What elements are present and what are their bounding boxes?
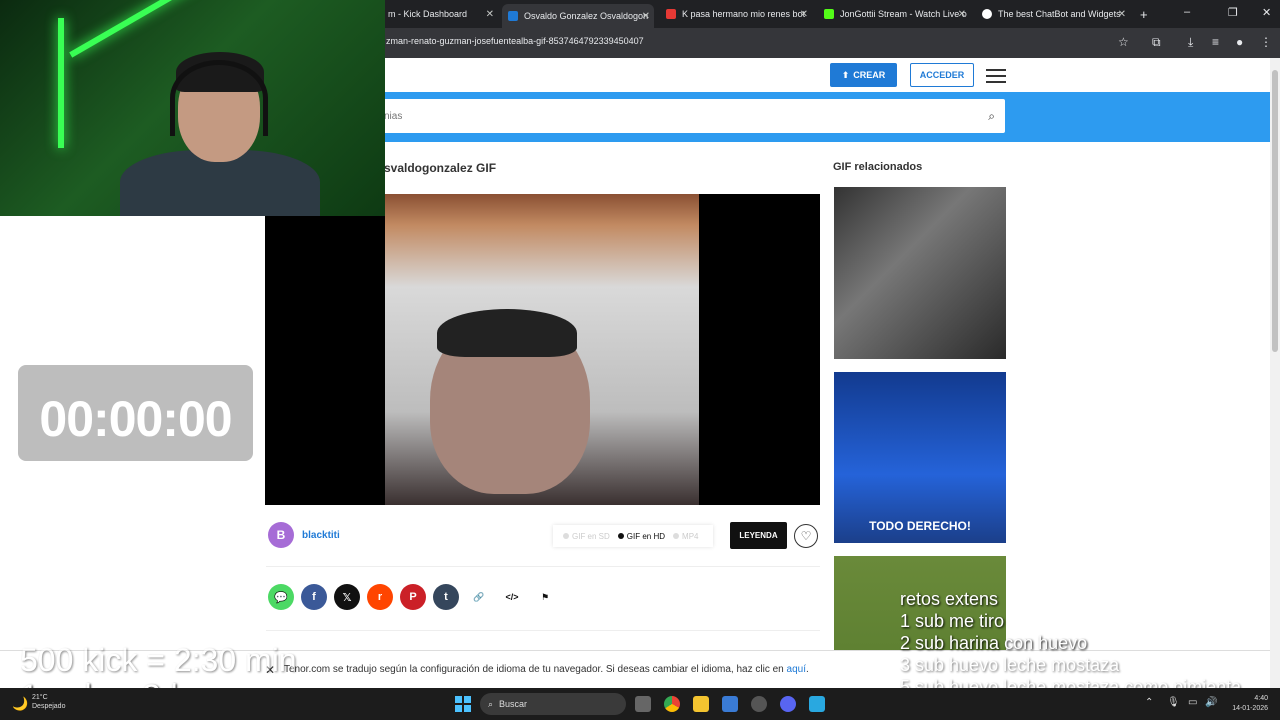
format-gif-sd[interactable]: GIF en SD	[563, 532, 610, 541]
taskbar-search[interactable]: ⌕ Buscar	[480, 693, 626, 715]
create-button[interactable]: ⬆ CREAR	[830, 63, 897, 87]
related-gif-2[interactable]: TODO DERECHO!	[834, 372, 1006, 543]
flag-icon[interactable]: ⚑	[532, 584, 558, 610]
minimize-button[interactable]: –	[1184, 6, 1190, 18]
file-explorer-icon[interactable]	[693, 696, 709, 712]
upload-icon: ⬆	[841, 69, 850, 80]
tab-chatbot[interactable]: The best ChatBot and Widgets ✕	[976, 4, 1130, 24]
chrome-icon[interactable]	[664, 696, 680, 712]
pinterest-icon[interactable]: P	[400, 584, 426, 610]
task-view-icon[interactable]	[635, 696, 651, 712]
close-tab-icon[interactable]: ✕	[800, 9, 808, 20]
x-icon[interactable]: 𝕏	[334, 584, 360, 610]
stream-timer-box: 00:00:00	[18, 365, 253, 461]
download-icon[interactable]: ⤓	[1188, 35, 1193, 50]
challenge-line: 3 sub huevo leche mostaza	[900, 655, 1120, 675]
facebook-icon[interactable]: f	[301, 584, 327, 610]
related-gifs-title: GIF relacionados	[833, 161, 923, 173]
challenge-line: 2 sub harina con huevo	[900, 633, 1088, 653]
network-icon[interactable]: ▭	[1188, 697, 1197, 708]
tab-youtube[interactable]: K pasa hermano mio renes bot ✕	[660, 4, 812, 24]
embed-icon[interactable]: </>	[499, 584, 525, 610]
volume-icon[interactable]: 🔊	[1205, 697, 1217, 708]
share-icons-row: 💬 f 𝕏r Pt 🔗 </> ⚑	[268, 584, 558, 610]
gif-player[interactable]	[265, 194, 820, 505]
translate-notice-text: Tenor.com se tradujo según la configurac…	[284, 664, 784, 675]
format-selector: GIF en SD GIF en HD MP4	[553, 525, 713, 547]
avatar[interactable]: B	[268, 522, 294, 548]
new-tab-button[interactable]: +	[1134, 4, 1154, 24]
maximize-button[interactable]: ❐	[1228, 6, 1238, 19]
page-scrollbar[interactable]	[1270, 58, 1280, 688]
extensions-icon[interactable]: ⧉	[1152, 35, 1161, 50]
search-icon[interactable]: ⌕	[988, 109, 995, 124]
search-box: ⌕	[372, 99, 1005, 133]
kick-icon	[824, 9, 834, 19]
divider	[266, 630, 820, 631]
discord-icon[interactable]	[780, 696, 796, 712]
close-tab-icon[interactable]: ✕	[1118, 9, 1126, 20]
caption-button[interactable]: LEYENDA	[730, 522, 787, 549]
tab-jongottii-stream[interactable]: JonGottii Stream - Watch Live o ✕	[818, 4, 970, 24]
message-icon[interactable]: 💬	[268, 584, 294, 610]
tray-chevron-icon[interactable]: ⌃	[1145, 697, 1153, 708]
start-button-icon[interactable]	[455, 696, 471, 712]
challenge-line: retos extens	[900, 589, 999, 609]
divider	[266, 566, 820, 567]
tenor-icon	[508, 11, 518, 21]
uploader-row: B blacktiti	[268, 522, 340, 548]
link-icon[interactable]: 🔗	[466, 584, 492, 610]
format-mp4[interactable]: MP4	[673, 532, 698, 541]
search-icon: ⌕	[488, 698, 494, 709]
menu-kebab-icon[interactable]: ⋮	[1260, 35, 1272, 49]
related-gif-1[interactable]	[834, 187, 1006, 359]
tumblr-icon[interactable]: t	[433, 584, 459, 610]
webcam-overlay	[0, 0, 385, 216]
weather-widget[interactable]: 21°C Despejado	[32, 693, 65, 711]
chatbot-icon	[982, 9, 992, 19]
weather-icon[interactable]: 🌙	[12, 696, 28, 712]
favorite-heart-icon[interactable]: ♡	[794, 524, 818, 548]
uploader-name[interactable]: blacktiti	[302, 530, 340, 541]
close-tab-icon[interactable]: ✕	[486, 9, 494, 20]
challenge-line: 1 sub me tiro	[900, 611, 1005, 631]
change-language-link[interactable]: aquí	[787, 664, 806, 675]
stream-timer: 00:00:00	[39, 391, 232, 447]
close-window-button[interactable]: ✕	[1262, 6, 1271, 19]
login-button[interactable]: ACCEDER	[910, 63, 974, 87]
search-input[interactable]	[372, 99, 952, 133]
store-icon[interactable]	[722, 696, 738, 712]
overlay-challenges: retos extens 1 sub me tiro 2 sub harina …	[900, 588, 1241, 698]
gif-title: svaldogonzalez GIF	[384, 161, 497, 175]
media-control-icon[interactable]: ≡	[1212, 35, 1219, 49]
reddit-icon[interactable]: r	[367, 584, 393, 610]
bookmark-star-icon[interactable]: ☆	[1118, 35, 1129, 49]
overlay-kick-rule: 500 kick = 2:30 min	[20, 642, 297, 678]
tab-tenor-gif[interactable]: Osvaldo Gonzalez Osvaldogon ✕	[502, 4, 654, 28]
youtube-icon	[666, 9, 676, 19]
app-f-icon[interactable]	[809, 696, 825, 712]
related-gif-caption: TODO DERECHO!	[869, 519, 971, 533]
profile-icon[interactable]: ●	[1236, 35, 1243, 49]
close-tab-icon[interactable]: ✕	[642, 11, 650, 22]
windows-taskbar: 🌙 21°C Despejado ⌕ Buscar ⌃ 🎙 ▭ 🔊 4:40 1…	[0, 688, 1280, 720]
close-tab-icon[interactable]: ✕	[958, 9, 966, 20]
microphone-icon[interactable]: 🎙	[1167, 697, 1180, 708]
taskbar-clock[interactable]: 4:40 14-01-2026	[1226, 694, 1268, 714]
tab-kick-dashboard[interactable]: m - Kick Dashboard ✕	[366, 4, 498, 24]
format-gif-hd[interactable]: GIF en HD	[617, 532, 665, 541]
url-field[interactable]: zman-renato-guzman-josefuentealba-gif-85…	[386, 36, 644, 46]
app-icon[interactable]	[751, 696, 767, 712]
hamburger-menu-icon[interactable]	[986, 69, 1006, 83]
